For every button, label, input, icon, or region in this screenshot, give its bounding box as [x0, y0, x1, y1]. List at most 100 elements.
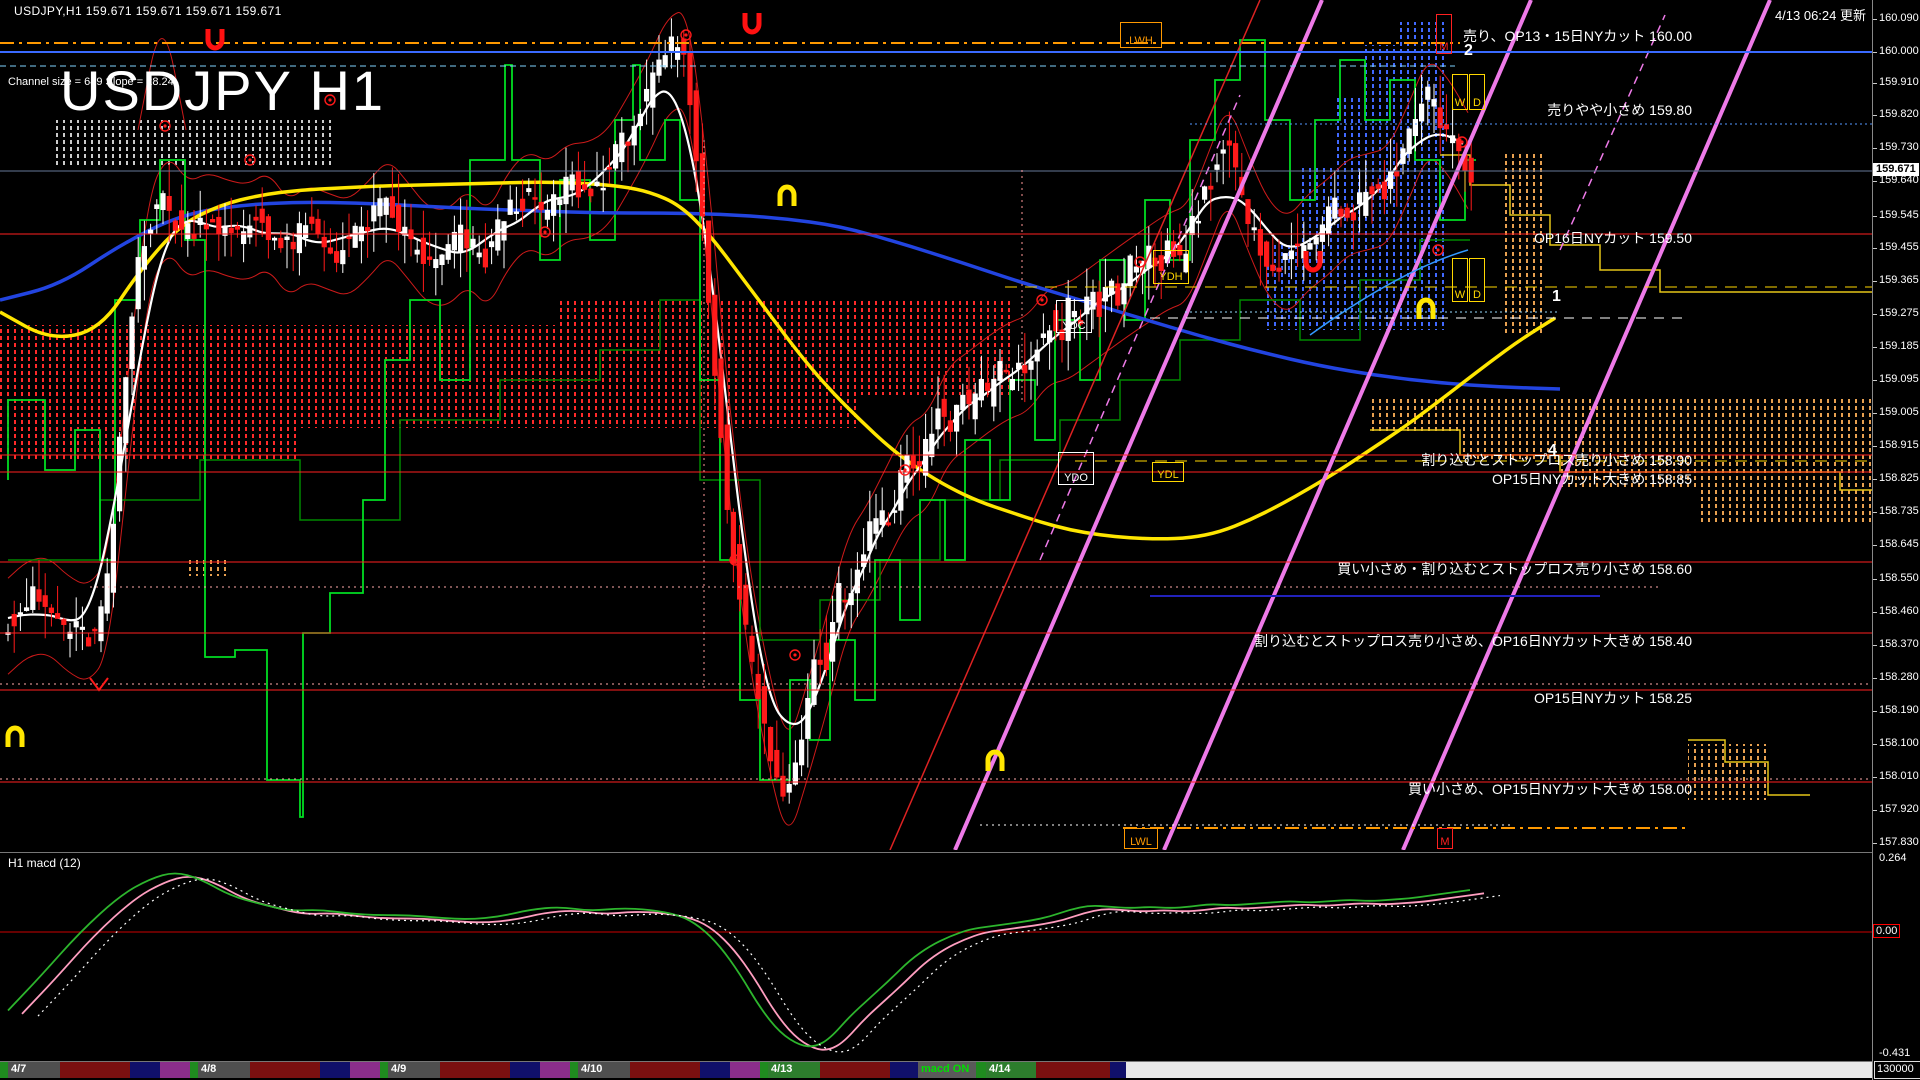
price-axis-label: 158.010: [1879, 770, 1919, 782]
wave-number-label: 4: [1548, 442, 1557, 460]
macd-signal-line: [38, 879, 1500, 1052]
timeline-segment: [976, 1062, 986, 1078]
timeline-segment: [250, 1062, 320, 1078]
timeline-segment: [760, 1062, 768, 1078]
axis-tick: [1873, 479, 1877, 480]
sell-signal-arrow-icon: [208, 29, 222, 48]
axis-tick: [1873, 413, 1877, 414]
timeline-segment: [160, 1062, 190, 1078]
timeline-date-label: 4/14: [989, 1063, 1010, 1075]
order-level-annotation: 売り、OP13・15日NYカット 160.00: [1463, 26, 1692, 46]
axis-tick: [1873, 347, 1877, 348]
time-axis-strip[interactable]: 4/74/84/94/104/13macd ON4/14: [0, 1062, 1872, 1078]
axis-tick: [1873, 579, 1877, 580]
period-level-box-d: D: [1469, 258, 1485, 302]
macd-on-indicator: macd ON: [921, 1063, 969, 1075]
period-level-box-ydc: YDC: [1056, 300, 1092, 333]
axis-tick: [1873, 248, 1877, 249]
axis-tick: [1873, 216, 1877, 217]
timeline-segment: [540, 1062, 570, 1078]
timeline-segment: [890, 1062, 918, 1078]
period-level-box-lwl: LWL: [1124, 828, 1158, 849]
price-axis-label: 158.645: [1879, 538, 1919, 550]
axis-tick: [1873, 810, 1877, 811]
timeline-date-label: 4/13: [771, 1063, 792, 1075]
order-level-annotation: 売りやや小さめ 159.80: [1547, 100, 1692, 120]
wave-number-label: 2: [1464, 42, 1473, 60]
price-axis-label: 159.185: [1879, 340, 1919, 352]
order-level-annotation: OP16日NYカット 159.50: [1534, 228, 1692, 248]
axis-tick: [1873, 380, 1877, 381]
candle-circle-marker: [790, 650, 800, 660]
timeline-segment: [440, 1062, 510, 1078]
order-level-annotation: OP15日NYカット大きめ 158.85: [1492, 469, 1692, 489]
symbol-ohlc-readout: USDJPY,H1 159.671 159.671 159.671 159.67…: [14, 4, 282, 18]
axis-tick: [1873, 19, 1877, 20]
timeline-segment: [60, 1062, 130, 1078]
axis-tick: [1873, 678, 1877, 679]
axis-tick: [1873, 645, 1877, 646]
axis-tick: [1873, 446, 1877, 447]
timeline-segment: [1036, 1062, 1110, 1078]
timeline-segment: [730, 1062, 760, 1078]
timeline-segment: [130, 1062, 160, 1078]
axis-tick: [1873, 512, 1877, 513]
period-level-box-w: W: [1452, 258, 1468, 302]
price-axis-label: 158.550: [1879, 572, 1919, 584]
axis-tick: [1873, 52, 1877, 53]
price-axis-label: 158.280: [1879, 671, 1919, 683]
price-axis-label: 159.005: [1879, 406, 1919, 418]
timeline-segment: [510, 1062, 540, 1078]
ichimoku-cloud-orange: [1688, 744, 1768, 800]
period-level-box-ydl: YDL: [1152, 462, 1184, 482]
axis-tick: [1873, 612, 1877, 613]
period-level-box-ydo: YDO: [1058, 452, 1094, 485]
buy-signal-arrow-icon: [780, 187, 794, 206]
axis-tick: [1873, 83, 1877, 84]
horizontal-scrollbar[interactable]: [1126, 1062, 1872, 1078]
axis-tick: [1873, 115, 1877, 116]
timeline-date-label: 4/8: [201, 1063, 216, 1075]
period-level-box-ydh: YDH: [1153, 250, 1189, 284]
axis-tick: [1873, 545, 1877, 546]
axis-tick: [1873, 281, 1877, 282]
macd-main-line: [8, 873, 1470, 1046]
trend-channel-line: [890, 0, 1260, 850]
timeline-segment: [0, 1062, 8, 1078]
main-chart-canvas[interactable]: [0, 0, 1872, 850]
axis-tick: [1873, 314, 1877, 315]
timeline-date-label: 4/10: [581, 1063, 602, 1075]
buy-signal-arrow-icon: [8, 728, 22, 747]
price-axis-label: 160.090: [1879, 12, 1919, 24]
price-axis[interactable]: 160.090160.000159.910159.820159.730159.6…: [1872, 0, 1920, 1080]
timeline-segment: [190, 1062, 198, 1078]
price-axis-label: 159.820: [1879, 108, 1919, 120]
timeline-segment: [700, 1062, 730, 1078]
macd-canvas: [0, 853, 1872, 1060]
period-level-box-m: M: [1436, 14, 1452, 54]
price-axis-label: 159.910: [1879, 76, 1919, 88]
timeline-segment: [1110, 1062, 1126, 1078]
axis-tick: [1873, 181, 1877, 182]
current-price-tag: 159.671: [1873, 163, 1919, 176]
price-axis-label: 160.000: [1879, 45, 1919, 57]
price-axis-label: 159.275: [1879, 307, 1919, 319]
trend-channel-line: [1560, 15, 1665, 250]
price-axis-label: 158.735: [1879, 505, 1919, 517]
period-level-box-lwh: LWH: [1120, 22, 1162, 48]
price-axis-label: 157.920: [1879, 803, 1919, 815]
timeline-segment: [350, 1062, 380, 1078]
period-level-box-m: M: [1437, 828, 1453, 849]
price-axis-label: 158.460: [1879, 605, 1919, 617]
price-axis-label: 159.365: [1879, 274, 1919, 286]
axis-tick: [1873, 711, 1877, 712]
ichimoku-cloud-orange: [185, 558, 228, 576]
ichimoku-cloud-red: [0, 300, 1012, 462]
axis-tick: [1873, 744, 1877, 745]
macd-axis-label: -0.431: [1879, 1047, 1910, 1059]
ichimoku-cloud-white: [55, 120, 335, 168]
price-axis-label: 158.915: [1879, 439, 1919, 451]
order-level-annotation: OP15日NYカット 158.25: [1534, 688, 1692, 708]
timeline-segment: [380, 1062, 388, 1078]
red-check-arrow-icon: [90, 678, 108, 690]
